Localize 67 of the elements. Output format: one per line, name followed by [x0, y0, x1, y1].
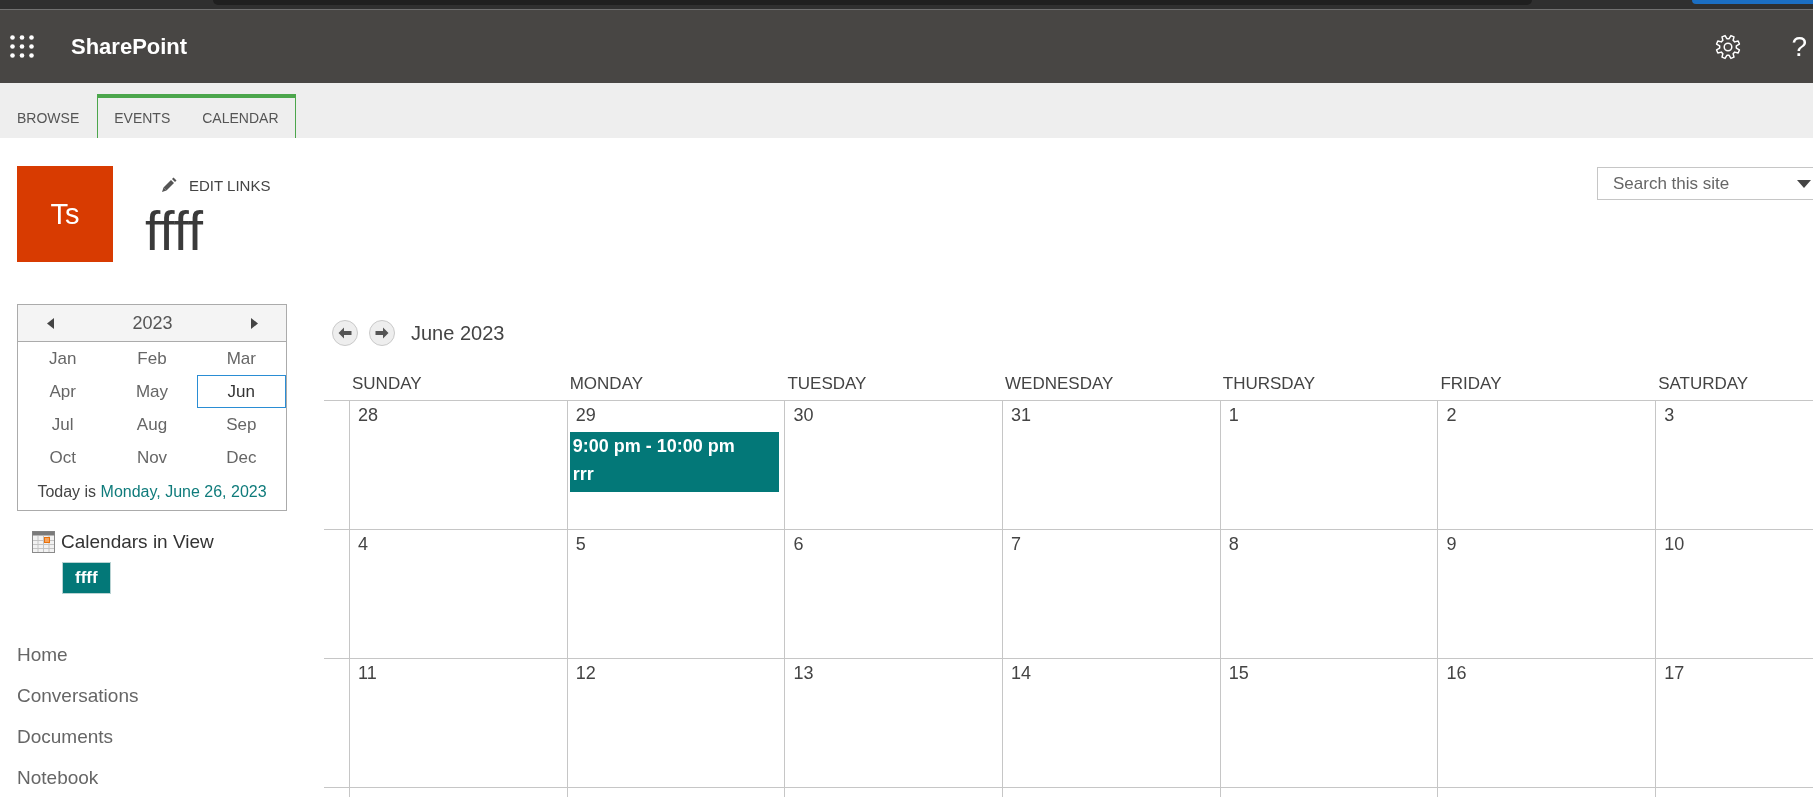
- day-number: 17: [1664, 663, 1685, 683]
- month-item[interactable]: Oct: [18, 441, 108, 474]
- month-item[interactable]: Dec: [196, 441, 286, 474]
- day-number: 10: [1664, 534, 1685, 554]
- day-number: 6: [793, 534, 804, 554]
- day-number: 29: [575, 405, 596, 425]
- weekday-header: SATURDAY: [1657, 374, 1749, 395]
- month-item[interactable]: Mar: [196, 342, 286, 375]
- day-number: 2: [1446, 405, 1457, 425]
- site-logo[interactable]: Ts: [17, 166, 113, 262]
- weekday-header: THURSDAY: [1221, 374, 1315, 395]
- day-number: 8: [1228, 534, 1239, 554]
- triangle-left-icon[interactable]: [47, 317, 54, 329]
- settings-icon[interactable]: [1715, 33, 1742, 60]
- weekday-header: SUNDAY: [351, 374, 422, 395]
- month-item[interactable]: Apr: [18, 375, 108, 408]
- triangle-right-icon[interactable]: [251, 317, 258, 329]
- weekday-header: WEDNESDAY: [1004, 374, 1114, 395]
- month-item[interactable]: Jan: [18, 342, 108, 375]
- day-number: 5: [575, 534, 586, 554]
- nav-link[interactable]: Home: [17, 634, 68, 675]
- day-number: 28: [358, 405, 379, 425]
- caret-down-icon[interactable]: [1797, 180, 1811, 188]
- search-field[interactable]: Search this site: [1597, 167, 1813, 200]
- site-title[interactable]: ffff: [145, 201, 204, 261]
- weekday-header: TUESDAY: [786, 374, 867, 395]
- section-title: Calendars in View: [61, 531, 214, 553]
- app-title[interactable]: SharePoint: [71, 33, 188, 60]
- month-item[interactable]: Feb: [107, 342, 197, 375]
- month-item[interactable]: Aug: [107, 408, 197, 441]
- today-link[interactable]: Monday, June 26, 2023: [100, 483, 267, 501]
- day-number: 31: [1011, 405, 1032, 425]
- today-text: Today is Monday, June 26, 2023: [36, 482, 268, 503]
- nav-link[interactable]: Notebook: [17, 757, 99, 797]
- calendar-event[interactable]: 9:00 pm - 10:00 pm rrr: [569, 432, 780, 492]
- weekday-header: MONDAY: [568, 374, 644, 395]
- month-title: June 2023: [411, 321, 505, 345]
- day-number: 30: [793, 405, 814, 425]
- ribbon-tab[interactable]: EVENTS: [98, 98, 187, 138]
- day-number: 3: [1664, 405, 1675, 425]
- month-item[interactable]: Sep: [196, 408, 286, 441]
- calendar-tag[interactable]: ffff: [62, 562, 111, 594]
- day-number: 9: [1446, 534, 1457, 554]
- day-number: 12: [575, 663, 596, 683]
- nav-link[interactable]: Documents: [17, 716, 114, 757]
- month-item[interactable]: May: [107, 375, 197, 408]
- day-number: 7: [1011, 534, 1022, 554]
- day-number: 13: [793, 663, 814, 683]
- ribbon-tab[interactable]: CALENDAR: [186, 98, 295, 138]
- month-item[interactable]: Nov: [107, 441, 197, 474]
- day-number: 11: [358, 663, 377, 683]
- day-number: 1: [1228, 405, 1239, 425]
- pencil-icon: [161, 177, 177, 193]
- help-button[interactable]: ?: [1791, 30, 1807, 63]
- ribbon-tab[interactable]: BROWSE: [1, 98, 96, 138]
- day-number: 4: [358, 534, 368, 554]
- calendar-icon: [32, 531, 55, 553]
- menu-icon[interactable]: [10, 35, 34, 58]
- edit-links-link[interactable]: EDIT LINKS: [161, 175, 271, 195]
- weekday-header: FRIDAY: [1439, 374, 1502, 395]
- month-item[interactable]: Jul: [18, 408, 108, 441]
- day-number: 15: [1228, 663, 1249, 683]
- nav-link[interactable]: Conversations: [17, 675, 139, 716]
- month-item[interactable]: Jun: [196, 375, 286, 408]
- day-number: 16: [1446, 663, 1467, 683]
- day-number: 14: [1011, 663, 1032, 683]
- year-label: 2023: [132, 312, 173, 334]
